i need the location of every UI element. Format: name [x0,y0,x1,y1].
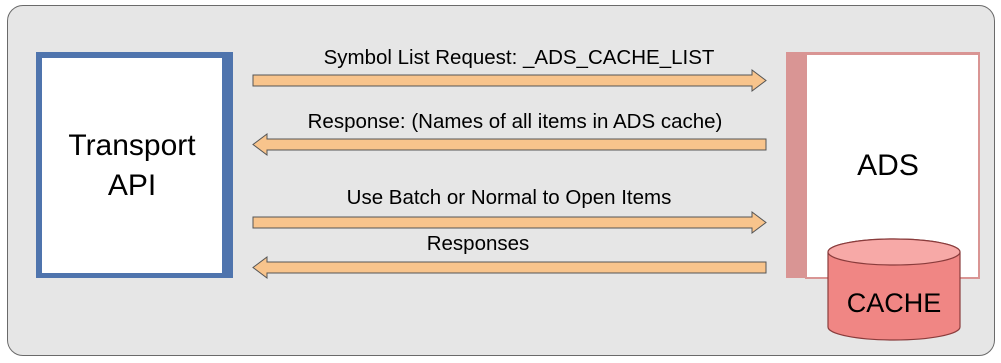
response-names-label: Response: (Names of all items in ADS cac… [308,110,723,133]
flow-diagram: Transport API ADS CACHE Symbol List Requ… [36,46,980,341]
symbol-list-request-label: Symbol List Request: _ADS_CACHE_LIST [324,46,715,69]
responses-label: Responses [427,232,530,255]
responses-arrow: Responses [252,232,767,279]
cache-cylinder: CACHE [827,238,961,341]
open-items-arrow: Use Batch or Normal to Open Items [252,186,767,234]
ads-label: ADS [857,149,919,182]
transport-api-box: Transport API [36,52,233,278]
transport-api-label-line2: API [108,169,156,202]
symbol-list-request-arrow: Symbol List Request: _ADS_CACHE_LIST [252,46,767,92]
open-items-label: Use Batch or Normal to Open Items [347,186,672,209]
transport-api-label-line1: Transport [68,129,196,162]
response-names-arrow: Response: (Names of all items in ADS cac… [252,110,767,156]
cache-label: CACHE [847,288,942,318]
